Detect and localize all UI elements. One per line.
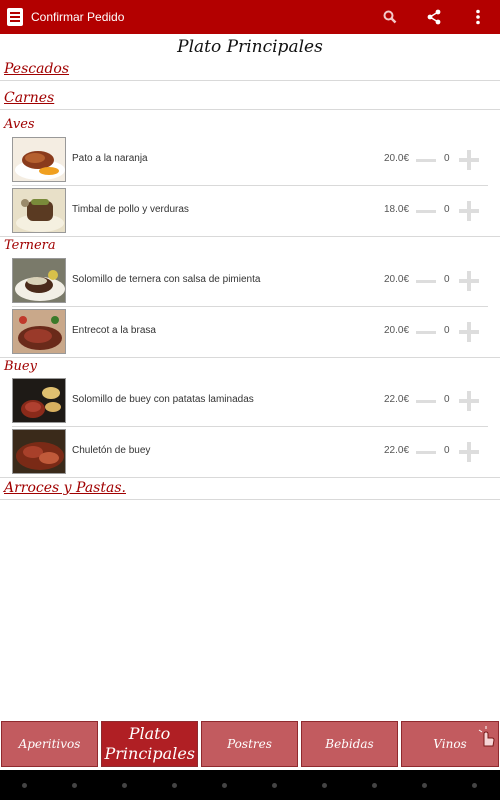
overflow-menu-icon xyxy=(476,9,480,25)
quantity: 0 xyxy=(444,445,450,456)
dish-name: Chuletón de buey xyxy=(72,445,151,456)
search-button[interactable] xyxy=(368,0,412,34)
dish-photo xyxy=(12,429,66,474)
page-title: Plato Principales xyxy=(177,37,323,57)
search-icon xyxy=(383,10,397,24)
dish-name: Solomillo de buey con patatas laminadas xyxy=(72,394,254,405)
dish-name: Timbal de pollo y verduras xyxy=(72,204,189,215)
subsection-ternera: Ternera xyxy=(4,238,56,253)
decrease-button[interactable] xyxy=(416,451,436,454)
dish-photo xyxy=(12,258,66,303)
category-tab-bar: Aperitivos Plato Principales Postres Beb… xyxy=(0,718,500,770)
decrease-button[interactable] xyxy=(416,331,436,334)
nav-dot xyxy=(472,783,477,788)
dish-name: Solomillo de ternera con salsa de pimien… xyxy=(72,274,261,285)
dish-name: Entrecot a la brasa xyxy=(72,325,156,336)
list-item: Timbal de pollo y verduras 18.0€ 0 xyxy=(0,186,500,236)
dish-photo xyxy=(12,137,66,182)
quantity: 0 xyxy=(444,153,450,164)
nav-dot xyxy=(422,783,427,788)
dish-price: 22.0€ xyxy=(384,394,410,405)
decrease-button[interactable] xyxy=(416,400,436,403)
system-nav-bar xyxy=(0,770,500,800)
tab-bebidas[interactable]: Bebidas xyxy=(301,721,398,767)
action-bar: Confirmar Pedido xyxy=(0,0,500,34)
divider xyxy=(0,109,500,110)
quantity: 0 xyxy=(444,274,450,285)
nav-dot xyxy=(222,783,227,788)
dish-name: Pato a la naranja xyxy=(72,153,148,164)
list-item: Chuletón de buey 22.0€ 0 xyxy=(0,427,500,477)
increase-button[interactable] xyxy=(459,271,479,291)
overflow-menu-button[interactable] xyxy=(456,0,500,34)
divider xyxy=(0,499,500,500)
increase-button[interactable] xyxy=(459,391,479,411)
increase-button[interactable] xyxy=(459,322,479,342)
decrease-button[interactable] xyxy=(416,159,436,162)
dish-price: 20.0€ xyxy=(384,325,410,336)
increase-button[interactable] xyxy=(459,201,479,221)
share-button[interactable] xyxy=(412,0,456,34)
dish-price: 18.0€ xyxy=(384,204,410,215)
increase-button[interactable] xyxy=(459,150,479,170)
nav-dot xyxy=(172,783,177,788)
tab-plato-principales[interactable]: Plato Principales xyxy=(101,721,198,767)
tab-aperitivos[interactable]: Aperitivos xyxy=(1,721,98,767)
divider xyxy=(0,477,500,478)
subsection-aves: Aves xyxy=(4,117,35,132)
nav-dot xyxy=(72,783,77,788)
dish-price: 20.0€ xyxy=(384,274,410,285)
list-item: Entrecot a la brasa 20.0€ 0 xyxy=(0,307,500,357)
dish-price: 20.0€ xyxy=(384,153,410,164)
divider xyxy=(0,236,500,237)
nav-dot xyxy=(322,783,327,788)
share-icon xyxy=(427,9,441,25)
dish-price: 22.0€ xyxy=(384,445,410,456)
increase-button[interactable] xyxy=(459,442,479,462)
nav-dot xyxy=(122,783,127,788)
quantity: 0 xyxy=(444,325,450,336)
order-list-icon[interactable] xyxy=(7,8,23,26)
decrease-button[interactable] xyxy=(416,280,436,283)
tab-postres[interactable]: Postres xyxy=(201,721,298,767)
dish-photo xyxy=(12,378,66,423)
dish-photo xyxy=(12,188,66,233)
app-title[interactable]: Confirmar Pedido xyxy=(31,10,124,24)
section-arroces[interactable]: Arroces y Pastas. xyxy=(4,480,126,496)
dish-photo xyxy=(12,309,66,354)
nav-dot xyxy=(272,783,277,788)
list-item: Pato a la naranja 20.0€ 0 xyxy=(0,135,500,185)
section-pescados[interactable]: Pescados xyxy=(4,61,69,77)
divider xyxy=(0,357,500,358)
subsection-buey: Buey xyxy=(4,359,37,374)
list-item: Solomillo de ternera con salsa de pimien… xyxy=(0,256,500,306)
divider xyxy=(0,80,500,81)
quantity: 0 xyxy=(444,204,450,215)
nav-dot xyxy=(22,783,27,788)
quantity: 0 xyxy=(444,394,450,405)
nav-dot xyxy=(372,783,377,788)
decrease-button[interactable] xyxy=(416,210,436,213)
section-carnes[interactable]: Carnes xyxy=(4,90,54,106)
list-item: Solomillo de buey con patatas laminadas … xyxy=(0,376,500,426)
tap-hand-icon xyxy=(478,726,495,747)
